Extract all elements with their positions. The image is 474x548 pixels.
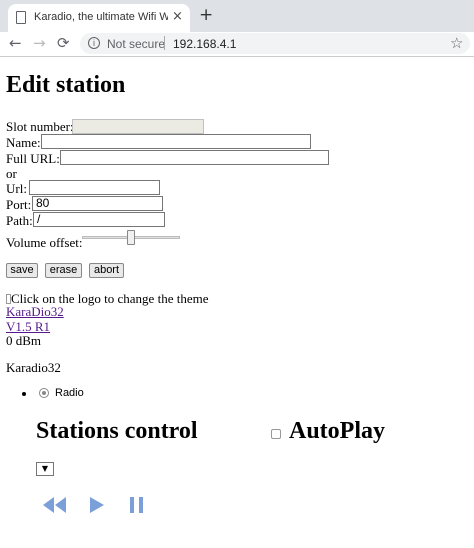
path-field[interactable]: / bbox=[33, 212, 165, 227]
abort-button[interactable]: abort bbox=[89, 263, 124, 278]
address-bar[interactable]: i Not secure 192.168.4.1 ☆ bbox=[80, 33, 470, 54]
new-tab-icon[interactable]: + bbox=[199, 5, 213, 25]
radio-mode-label: Radio bbox=[55, 387, 84, 399]
volume-offset-slider-thumb[interactable] bbox=[127, 230, 135, 245]
browser-toolbar: ← → ⟳ i Not secure 192.168.4.1 ☆ bbox=[0, 32, 474, 57]
full-url-label: Full URL: bbox=[6, 151, 60, 166]
slot-number-label: Slot number: bbox=[6, 119, 74, 134]
or-label: or bbox=[6, 166, 17, 181]
autoplay-checkbox[interactable] bbox=[271, 429, 281, 439]
save-button[interactable]: save bbox=[6, 263, 38, 278]
station-select[interactable]: ▼ bbox=[36, 462, 54, 476]
play-icon[interactable] bbox=[88, 496, 106, 514]
port-field[interactable]: 80 bbox=[32, 196, 163, 211]
close-tab-icon[interactable]: × bbox=[172, 9, 183, 24]
pause-icon[interactable] bbox=[128, 496, 146, 514]
radio-mode-button[interactable] bbox=[39, 388, 49, 398]
karadio32-link[interactable]: KaraDio32 bbox=[6, 304, 64, 320]
name-label: Name: bbox=[6, 135, 41, 150]
full-url-field[interactable] bbox=[60, 150, 329, 165]
slot-number-field bbox=[72, 119, 204, 134]
erase-button[interactable]: erase bbox=[45, 263, 82, 278]
browser-tab[interactable]: Karadio, the ultimate Wifi Webradio × bbox=[8, 4, 190, 32]
url-text[interactable]: 192.168.4.1 bbox=[173, 37, 236, 51]
stations-control-heading: Stations control bbox=[36, 418, 198, 444]
rewind-icon[interactable] bbox=[42, 496, 68, 514]
autoplay-heading: AutoPlay bbox=[289, 418, 385, 444]
page-favicon-icon bbox=[16, 11, 26, 24]
tab-title: Karadio, the ultimate Wifi Webradio bbox=[34, 11, 168, 23]
info-icon[interactable]: i bbox=[88, 37, 100, 49]
url-field[interactable] bbox=[29, 180, 160, 195]
port-label: Port: bbox=[6, 197, 32, 212]
bookmark-star-icon[interactable]: ☆ bbox=[450, 34, 463, 52]
forward-arrow-icon[interactable]: → bbox=[33, 34, 46, 52]
list-bullet bbox=[22, 392, 26, 396]
path-label: Path: bbox=[6, 213, 33, 228]
volume-offset-label: Volume offset: bbox=[6, 235, 83, 250]
signal-strength: 0 dBm bbox=[6, 333, 42, 348]
url-label: Url: bbox=[6, 181, 27, 196]
back-arrow-icon[interactable]: ← bbox=[9, 34, 22, 52]
address-separator bbox=[164, 36, 165, 50]
device-name: Karadio32 bbox=[6, 360, 61, 375]
browser-tab-bar: Karadio, the ultimate Wifi Webradio × + bbox=[0, 0, 474, 32]
reload-icon[interactable]: ⟳ bbox=[57, 34, 70, 52]
name-field[interactable] bbox=[41, 134, 311, 149]
security-status[interactable]: Not secure bbox=[107, 37, 165, 51]
page-title: Edit station bbox=[6, 72, 126, 98]
